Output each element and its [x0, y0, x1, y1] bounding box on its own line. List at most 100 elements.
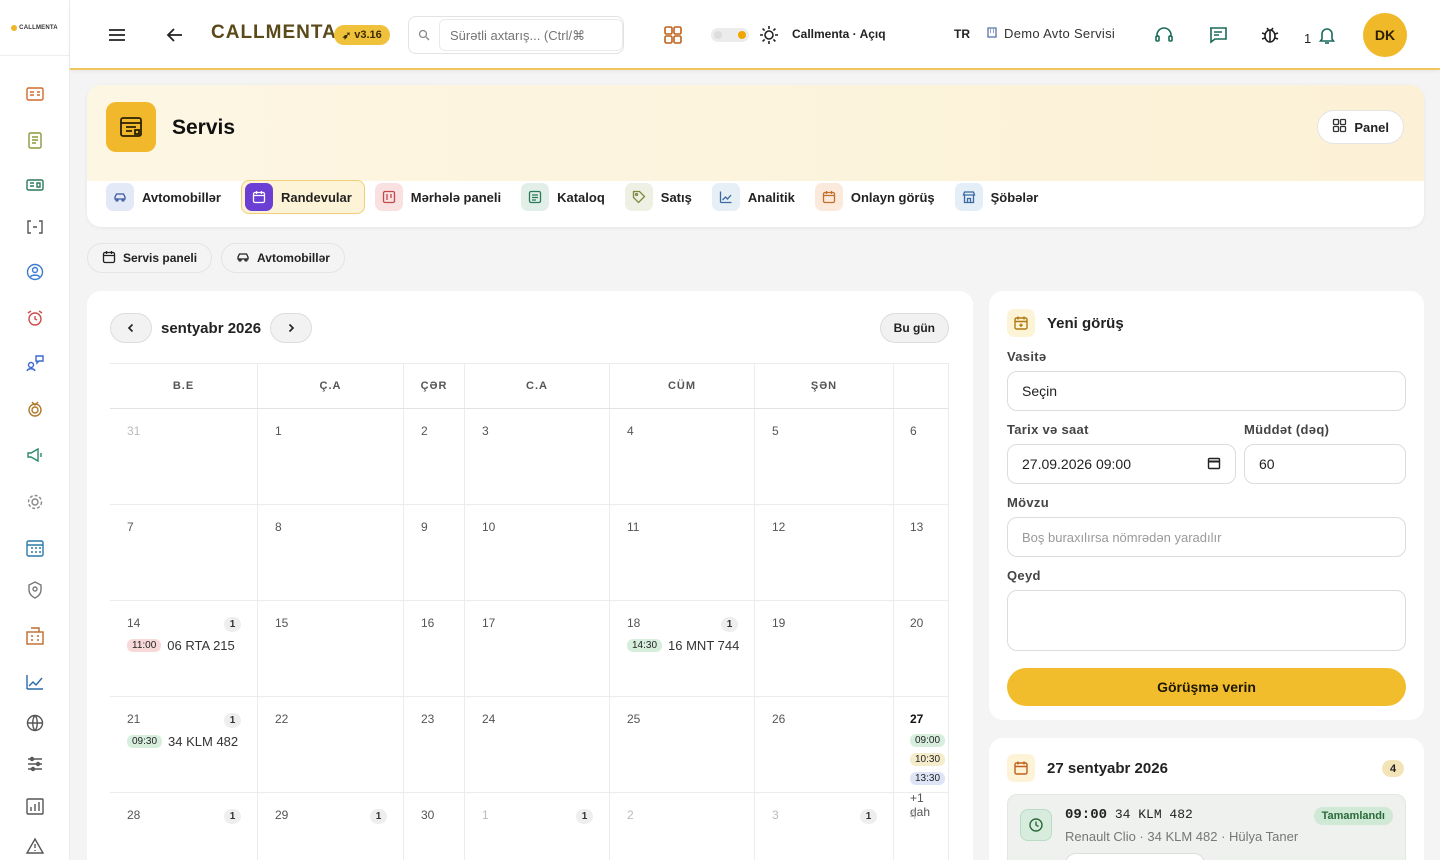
calendar-day-cell[interactable]: 4	[610, 409, 755, 504]
user-circle-icon[interactable]	[23, 260, 47, 284]
alarm-clock-icon[interactable]	[23, 306, 47, 330]
tab-m-rh-l-paneli[interactable]: Mərhələ paneli	[374, 180, 511, 214]
calendar-day-cell[interactable]: 5	[755, 409, 894, 504]
appointment-item[interactable]: 09:00 34 KLM 482 Renault Clio · 34 KLM 4…	[1007, 794, 1406, 860]
language-switch[interactable]: TR	[954, 27, 970, 41]
calendar-day-cell[interactable]: 16	[404, 601, 465, 696]
datetime-field[interactable]: 27.09.2026 09:00	[1007, 444, 1236, 484]
calendar-day-cell[interactable]: 18 1 14:30 16 MNT 744	[610, 601, 755, 696]
calendar-day-cell[interactable]: 27 09:00 10:30 13:30 +1 dah	[894, 697, 949, 819]
calendar-day-cell[interactable]: 11	[465, 793, 610, 860]
event-time-chip[interactable]: 09:00	[910, 734, 946, 747]
calendar-day-cell[interactable]: 6	[894, 409, 949, 504]
calendar-day-cell[interactable]: 9	[404, 505, 465, 600]
brand-logo[interactable]: CALLMENTA	[0, 0, 69, 56]
calendar-day-cell[interactable]: 26	[755, 697, 894, 792]
event-time-chip[interactable]: 10:30	[910, 753, 946, 766]
calendar-event[interactable]: 09:30 34 KLM 482	[127, 734, 240, 749]
calendar-day-cell[interactable]: 8	[258, 505, 404, 600]
organization-selector[interactable]: Demo Avto Servisi	[986, 26, 1115, 41]
calendar-day-cell[interactable]: 17	[465, 601, 610, 696]
calendar-day-cell[interactable]: 3	[465, 409, 610, 504]
user-chat-icon[interactable]	[23, 351, 47, 375]
tab-sat-[interactable]: Satış	[624, 180, 702, 214]
calendar-day-cell[interactable]: 31	[755, 793, 894, 860]
calendar-day-cell[interactable]: 11	[610, 505, 755, 600]
next-month-button[interactable]	[270, 313, 313, 343]
today-button[interactable]: Bu gün	[879, 313, 949, 343]
duration-field[interactable]: 60	[1244, 444, 1406, 484]
bell-icon[interactable]	[1316, 24, 1338, 46]
calendar-day-cell[interactable]: 31	[110, 409, 258, 504]
calendar-day-cell[interactable]: 2	[404, 409, 465, 504]
note-textarea[interactable]	[1007, 590, 1406, 651]
bar-report-icon[interactable]	[23, 794, 47, 818]
search-input[interactable]	[439, 19, 623, 51]
hamburger-menu-icon[interactable]	[106, 24, 128, 46]
subject-input[interactable]: Boş buraxılırsa nömrədən yaradılır	[1007, 517, 1406, 557]
line-chart-icon[interactable]	[23, 670, 47, 694]
search-icon	[409, 29, 439, 41]
submit-appointment-button[interactable]: Görüşmə verin	[1007, 668, 1406, 706]
calendar-event[interactable]: 11:00 06 RTA 215	[127, 638, 240, 653]
warning-triangle-icon[interactable]	[23, 834, 47, 858]
event-time-chip[interactable]: 13:30	[910, 772, 946, 785]
tab-label: Satış	[660, 189, 692, 205]
id-card-icon[interactable]	[23, 173, 47, 197]
headset-icon[interactable]	[1153, 24, 1175, 46]
calendar-day-cell[interactable]: 1	[258, 409, 404, 504]
panel-button[interactable]: Panel	[1317, 110, 1404, 144]
calendar-event[interactable]: 14:30 16 MNT 744	[627, 638, 739, 653]
calendar-day-cell[interactable]: 19	[755, 601, 894, 696]
tab-kataloq[interactable]: Kataloq	[521, 180, 615, 214]
calendar-day-cell[interactable]: 14 1 11:00 06 RTA 215	[110, 601, 258, 696]
calendar-day-cell[interactable]: 10	[465, 505, 610, 600]
tab-analitik[interactable]: Analitik	[711, 180, 805, 214]
appointment-action[interactable]	[1065, 853, 1205, 860]
calendar-day-cell[interactable]: 23	[404, 697, 465, 792]
shield-icon[interactable]	[23, 578, 47, 602]
calendar-day-cell[interactable]: 4	[894, 793, 949, 860]
calendar-day-cell[interactable]: 15	[258, 601, 404, 696]
calendar-day-cell[interactable]: 24	[465, 697, 610, 792]
calendar-day-cell[interactable]: 29 1	[258, 793, 404, 860]
calendar-day-cell[interactable]: 21 1 09:30 34 KLM 482	[110, 697, 258, 792]
medal-icon[interactable]	[23, 397, 47, 421]
calendar-day-cell[interactable]: 2	[610, 793, 755, 860]
dashboard-icon[interactable]	[23, 82, 47, 106]
tab-onlayn-g-r-[interactable]: Onlayn görüş	[814, 180, 945, 214]
breadcrumb-item[interactable]: Servis paneli	[87, 243, 213, 273]
calendar-day-cell[interactable]: 22	[258, 697, 404, 792]
tab-avtomobill-r[interactable]: Avtomobillər	[106, 180, 231, 214]
back-arrow-icon[interactable]	[164, 24, 186, 46]
user-avatar[interactable]: DK	[1363, 13, 1407, 57]
calendar-day-cell[interactable]: 25	[610, 697, 755, 792]
tab-randevular[interactable]: Randevular	[240, 180, 365, 214]
globe-icon[interactable]	[23, 711, 47, 735]
tab--b-l-r[interactable]: Şöbələr	[954, 180, 1049, 214]
calendar-day-cell[interactable]: 13	[894, 505, 949, 600]
sliders-icon[interactable]	[23, 752, 47, 776]
building-icon[interactable]	[23, 624, 47, 648]
chat-icon[interactable]	[1207, 24, 1229, 46]
theme-toggle[interactable]	[711, 28, 749, 42]
calendar-day-cell[interactable]: 12	[755, 505, 894, 600]
apps-grid-icon[interactable]	[662, 24, 684, 46]
breadcrumb-item[interactable]: Avtomobillər	[221, 243, 345, 273]
grid-calendar-icon[interactable]	[23, 536, 47, 560]
calendar-day-cell[interactable]: 28 1	[110, 793, 258, 860]
clipboard-icon[interactable]	[23, 128, 47, 152]
bug-icon[interactable]	[1259, 24, 1281, 46]
vehicle-select[interactable]: Seçin	[1007, 371, 1406, 411]
calendar-day-cell[interactable]: 30	[404, 793, 465, 860]
calendar-icon[interactable]	[1207, 456, 1221, 473]
megaphone-icon[interactable]	[23, 443, 47, 467]
prev-month-button[interactable]	[110, 313, 152, 343]
tab-label: Avtomobillər	[142, 189, 221, 205]
calendar-day-cell[interactable]: 20	[894, 601, 949, 696]
day-number: 23	[421, 712, 435, 726]
gear-icon[interactable]	[23, 490, 47, 514]
sun-icon[interactable]	[758, 24, 780, 46]
code-brackets-icon[interactable]	[23, 215, 47, 239]
calendar-day-cell[interactable]: 7	[110, 505, 258, 600]
